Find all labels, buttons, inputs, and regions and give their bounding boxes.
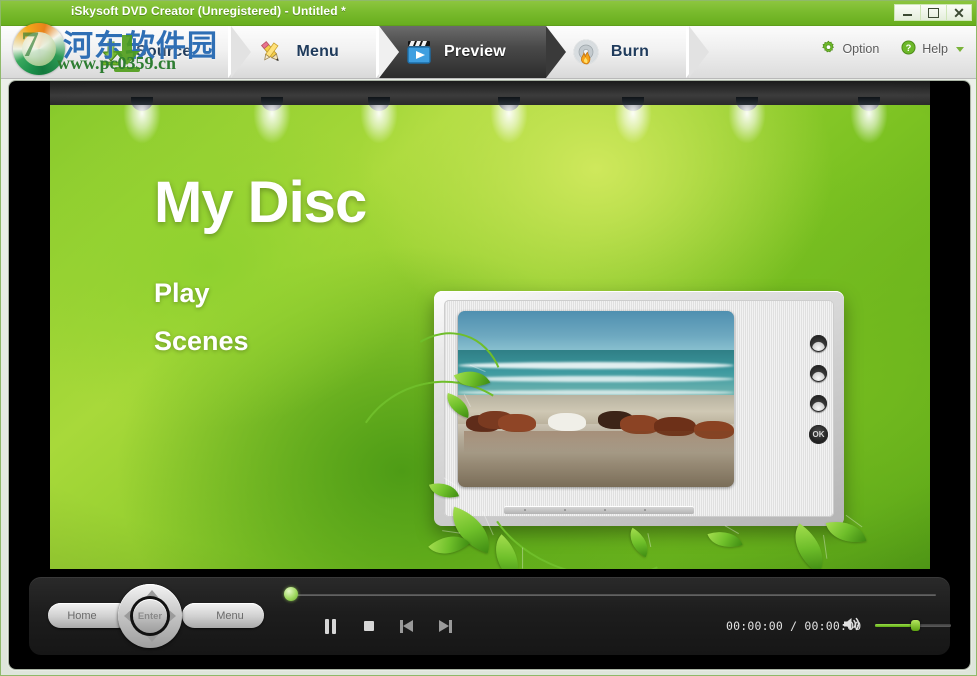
- option-label: Option: [842, 42, 880, 56]
- close-button[interactable]: ✕: [946, 4, 972, 21]
- chevron-down-icon: [956, 46, 964, 52]
- previous-button[interactable]: [388, 613, 426, 639]
- gear-icon: [821, 40, 836, 58]
- skip-previous-icon: [400, 619, 414, 633]
- dvd-remote: Home Menu Enter: [42, 583, 264, 649]
- playback-control-bar: Home Menu Enter 00:00:00 / 00:00:00: [29, 577, 951, 655]
- speaker-icon[interactable]: [842, 615, 862, 633]
- window-controls: ✕: [894, 4, 972, 21]
- remote-dpad[interactable]: Enter: [118, 584, 182, 648]
- workflow-tabs: Source Menu Preview Burn: [1, 26, 710, 78]
- maximize-button[interactable]: [920, 4, 946, 21]
- tab-menu-label: Menu: [296, 43, 340, 60]
- tab-preview[interactable]: Preview: [379, 26, 566, 78]
- dvd-menu-preview[interactable]: My Disc Play Scenes: [50, 81, 930, 569]
- toolbar-right-actions: Option ? Help: [821, 40, 964, 58]
- time-separator: /: [790, 619, 798, 633]
- svg-text:?: ?: [906, 43, 912, 53]
- stop-icon: [364, 621, 374, 631]
- remote-menu-button[interactable]: Menu: [182, 603, 264, 628]
- volume-handle[interactable]: [911, 620, 920, 631]
- option-button[interactable]: Option: [821, 40, 879, 58]
- arrow-down-icon[interactable]: [146, 635, 158, 642]
- help-button[interactable]: ? Help: [901, 40, 964, 58]
- transport-buttons: [312, 613, 464, 639]
- tab-menu[interactable]: Menu: [231, 26, 399, 78]
- tab-preview-label: Preview: [444, 43, 506, 60]
- seek-track[interactable]: [292, 594, 936, 596]
- preview-stage: My Disc Play Scenes: [9, 81, 970, 669]
- current-time: 00:00:00: [726, 619, 783, 633]
- tab-source-label: Source: [136, 43, 192, 60]
- tab-left-notch: [379, 26, 400, 78]
- pause-button[interactable]: [312, 613, 350, 639]
- download-arrow-icon: [97, 38, 125, 66]
- tab-burn[interactable]: Burn: [545, 26, 710, 78]
- arrow-right-icon[interactable]: [169, 610, 176, 622]
- pencil-edit-icon: [257, 38, 285, 66]
- stop-button[interactable]: [350, 613, 388, 639]
- tab-burn-label: Burn: [610, 43, 650, 60]
- question-circle-icon: ?: [901, 40, 916, 58]
- disc-flame-icon: [572, 38, 600, 66]
- next-button[interactable]: [426, 613, 464, 639]
- clapperboard-play-icon: [405, 38, 433, 66]
- tab-source[interactable]: Source: [1, 26, 252, 78]
- help-label: Help: [922, 42, 948, 56]
- window-title: iSkysoft DVD Creator (Unregistered) - Un…: [71, 4, 346, 18]
- volume-slider[interactable]: [875, 620, 951, 631]
- skip-next-icon: [438, 619, 452, 633]
- remote-enter-button[interactable]: Enter: [133, 599, 167, 633]
- seek-bar[interactable]: [284, 587, 936, 601]
- seek-handle[interactable]: [284, 587, 298, 601]
- main-toolbar: Source Menu Preview Burn Option ? Help: [1, 26, 976, 79]
- pause-icon: [325, 618, 337, 634]
- application-window: iSkysoft DVD Creator (Unregistered) - Un…: [0, 0, 977, 676]
- title-bar: iSkysoft DVD Creator (Unregistered) - Un…: [1, 1, 976, 26]
- menu-vignette: [50, 81, 930, 569]
- minimize-button[interactable]: [894, 4, 920, 21]
